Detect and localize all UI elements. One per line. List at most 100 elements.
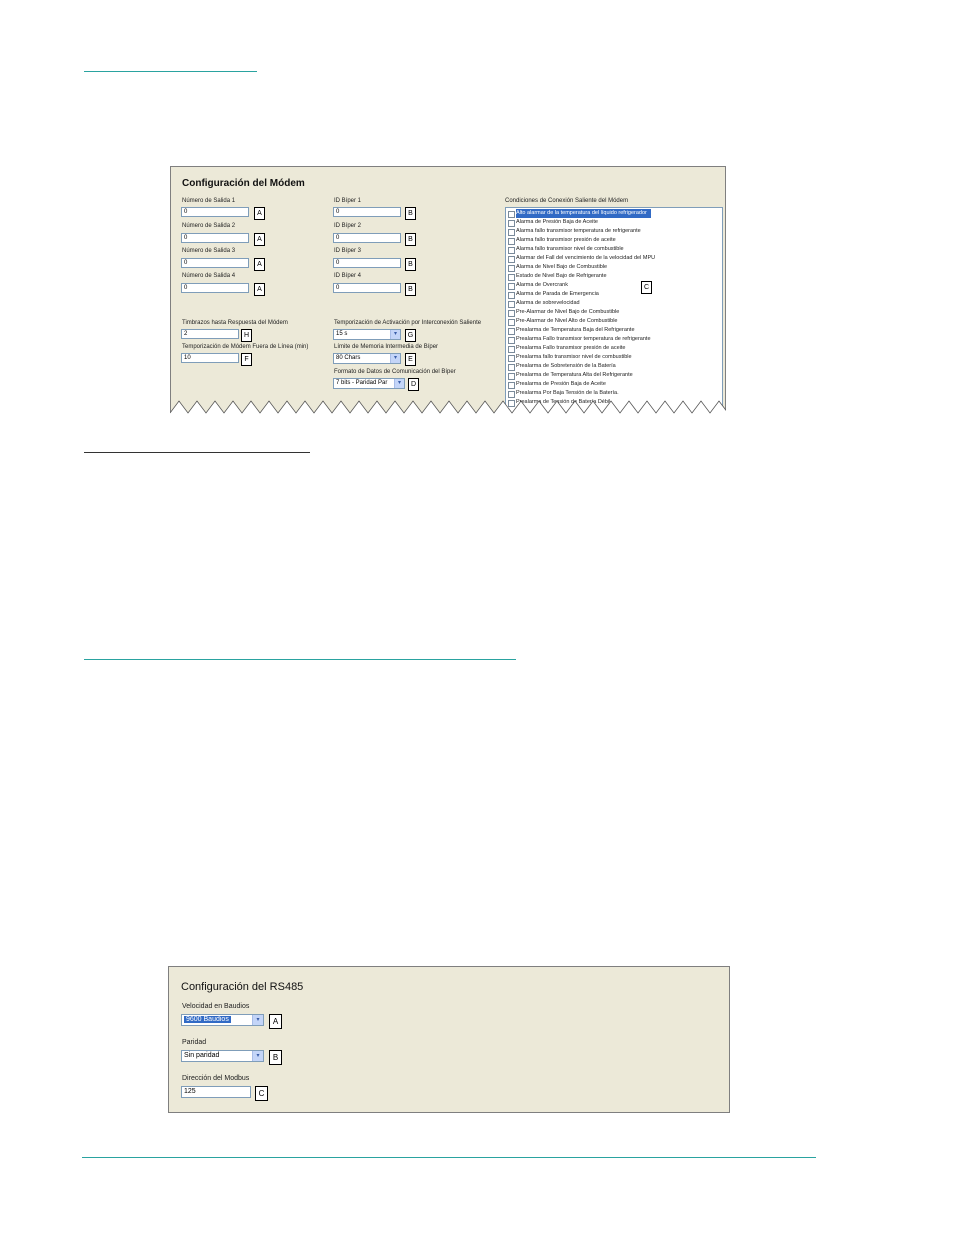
output-1-label: Número de Salida 1 xyxy=(182,198,236,204)
baud-rate-value: 9600 Baudios xyxy=(184,1016,231,1023)
callout-h: H xyxy=(241,329,252,342)
list-item-label: Alarma fallo transmisor nivel de combust… xyxy=(516,246,624,252)
beeper-1-input[interactable]: 0 xyxy=(333,207,401,217)
list-item[interactable]: Prealarma de Temperatura Alta del Refrig… xyxy=(506,371,722,380)
checkbox[interactable] xyxy=(508,373,515,380)
list-item[interactable]: Alarma fallo transmisor presión de aceit… xyxy=(506,236,722,245)
buffer-limit-select[interactable]: 80 Chars ▾ xyxy=(333,353,401,364)
output-1-input[interactable]: 0 xyxy=(181,207,249,217)
callout-a: A xyxy=(254,207,265,220)
list-item[interactable]: Prealarma de Presión Baja de Aceite xyxy=(506,380,722,389)
list-item[interactable]: Prealarma Por Baja Tensión de la Batería… xyxy=(506,389,722,398)
list-item-label: Alarma de Overcrank xyxy=(516,282,568,288)
list-item-label: Prealarma de Temperatura Baja del Refrig… xyxy=(516,327,635,333)
beeper-1-label: ID Bíper 1 xyxy=(334,198,362,204)
modem-config-panel: Configuración del Módem Número de Salida… xyxy=(170,166,726,415)
buffer-limit-value: 80 Chars xyxy=(336,355,361,361)
list-item[interactable]: Pre-Alarmar de Nivel Alto de Combustible xyxy=(506,317,722,326)
list-item[interactable]: Alarma fallo transmisor nivel de combust… xyxy=(506,245,722,254)
checkbox[interactable] xyxy=(508,274,515,281)
list-item[interactable]: Alarma fallo transmisor temperatura de r… xyxy=(506,227,722,236)
checkbox[interactable] xyxy=(508,382,515,389)
checkbox[interactable] xyxy=(508,256,515,263)
list-item-label: Prealarma de Sobretensión de la Batería xyxy=(516,363,616,369)
checkbox[interactable] xyxy=(508,247,515,254)
activation-timer-value: 15 s xyxy=(336,331,348,337)
list-item[interactable]: Prealarma Fallo transmisor temperatura d… xyxy=(506,335,722,344)
output-2-input[interactable]: 0 xyxy=(181,233,249,243)
conditions-label: Condiciones de Conexión Saliente del Mód… xyxy=(505,198,629,204)
list-item-label: Alarma fallo transmisor presión de aceit… xyxy=(516,237,616,243)
list-item[interactable]: Prealarma de Sobretensión de la Batería xyxy=(506,362,722,371)
baud-rate-select[interactable]: 9600 Baudios ▾ xyxy=(181,1014,264,1026)
list-item-label: Alarma de Nivel Bajo de Combustible xyxy=(516,264,608,270)
baud-rate-label: Velocidad en Baudios xyxy=(182,1003,250,1010)
list-item[interactable]: Prealarma de Temperatura Baja del Refrig… xyxy=(506,326,722,335)
parity-select[interactable]: Sin paridad ▾ xyxy=(181,1050,264,1062)
checkbox[interactable] xyxy=(508,391,515,398)
callout-a: A xyxy=(269,1014,282,1029)
output-3-label: Número de Salida 3 xyxy=(182,248,236,254)
list-item[interactable]: Alarma de Parada de Emergencia xyxy=(506,290,722,299)
callout-e: E xyxy=(405,353,416,366)
list-item-label: Alarma de sobrevelocidad xyxy=(516,300,580,306)
checkbox[interactable] xyxy=(508,310,515,317)
chevron-down-icon[interactable]: ▾ xyxy=(394,379,404,388)
beeper-4-input[interactable]: 0 xyxy=(333,283,401,293)
chevron-down-icon[interactable]: ▾ xyxy=(390,330,400,339)
offline-timer-input[interactable]: 10 xyxy=(181,353,239,363)
list-item[interactable]: Alarma de Nivel Bajo de Combustible xyxy=(506,263,722,272)
conditions-list[interactable]: Alto alarmar de la temperatura del líqui… xyxy=(505,207,723,415)
checkbox[interactable] xyxy=(508,364,515,371)
data-format-select[interactable]: 7 bits - Paridad Par ▾ xyxy=(333,378,405,389)
list-item[interactable]: Prealarma fallo transmisor nivel de comb… xyxy=(506,353,722,362)
beeper-2-input[interactable]: 0 xyxy=(333,233,401,243)
chevron-down-icon[interactable]: ▾ xyxy=(390,354,400,363)
list-item-label: Alarmar del Fall del vencimiento de la v… xyxy=(516,255,656,261)
activation-timer-select[interactable]: 15 s ▾ xyxy=(333,329,401,340)
beeper-3-input[interactable]: 0 xyxy=(333,258,401,268)
chevron-down-icon[interactable]: ▾ xyxy=(252,1051,263,1061)
output-3-input[interactable]: 0 xyxy=(181,258,249,268)
checkbox[interactable] xyxy=(508,238,515,245)
list-item-label: Alarma de Parada de Emergencia xyxy=(516,291,599,297)
checkbox[interactable] xyxy=(508,220,515,227)
top-link-rule xyxy=(84,71,257,72)
list-item-label: Prealarma fallo transmisor nivel de comb… xyxy=(516,354,632,360)
output-2-label: Número de Salida 2 xyxy=(182,223,236,229)
checkbox[interactable] xyxy=(508,265,515,272)
mid-link-rule xyxy=(84,452,310,453)
list-item[interactable]: Estado de Nivel Bajo de Refrigerante xyxy=(506,272,722,281)
modbus-address-input[interactable]: 125 xyxy=(181,1086,251,1098)
list-item[interactable]: Alto alarmar de la temperatura del líqui… xyxy=(506,209,722,218)
list-item[interactable]: Alarmar del Fall del vencimiento de la v… xyxy=(506,254,722,263)
checkbox[interactable] xyxy=(508,283,515,290)
checkbox[interactable] xyxy=(508,301,515,308)
list-item-label: Alarma fallo transmisor temperatura de r… xyxy=(516,228,641,234)
checkbox[interactable] xyxy=(508,337,515,344)
checkbox[interactable] xyxy=(508,355,515,362)
callout-c: C xyxy=(255,1086,268,1101)
list-item[interactable]: Prealarma Fallo transmisor presión de ac… xyxy=(506,344,722,353)
list-item-label: Pre-Alarmar de Nivel Alto de Combustible xyxy=(516,318,618,324)
list-item[interactable]: Alarma de Overcrank xyxy=(506,281,722,290)
list-item[interactable]: Pre-Alarmar de Nivel Bajo de Combustible xyxy=(506,308,722,317)
list-item-label: Alarma de Presión Baja de Aceite xyxy=(516,219,598,225)
callout-a: A xyxy=(254,258,265,271)
checkbox[interactable] xyxy=(508,346,515,353)
callout-g: G xyxy=(405,329,416,342)
checkbox[interactable] xyxy=(508,211,515,218)
rs485-panel-title: Configuración del RS485 xyxy=(181,981,304,993)
list-item-label: Alto alarmar de la temperatura del líqui… xyxy=(516,209,651,218)
list-item-label: Prealarma Fallo transmisor temperatura d… xyxy=(516,336,651,342)
list-item[interactable]: Alarma de sobrevelocidad xyxy=(506,299,722,308)
output-4-input[interactable]: 0 xyxy=(181,283,249,293)
list-item[interactable]: Alarma de Presión Baja de Aceite xyxy=(506,218,722,227)
checkbox[interactable] xyxy=(508,328,515,335)
chevron-down-icon[interactable]: ▾ xyxy=(252,1015,263,1025)
checkbox[interactable] xyxy=(508,229,515,236)
rings-input[interactable]: 2 xyxy=(181,329,239,339)
checkbox[interactable] xyxy=(508,292,515,299)
checkbox[interactable] xyxy=(508,319,515,326)
list-item-label: Prealarma de Presión Baja de Aceite xyxy=(516,381,606,387)
